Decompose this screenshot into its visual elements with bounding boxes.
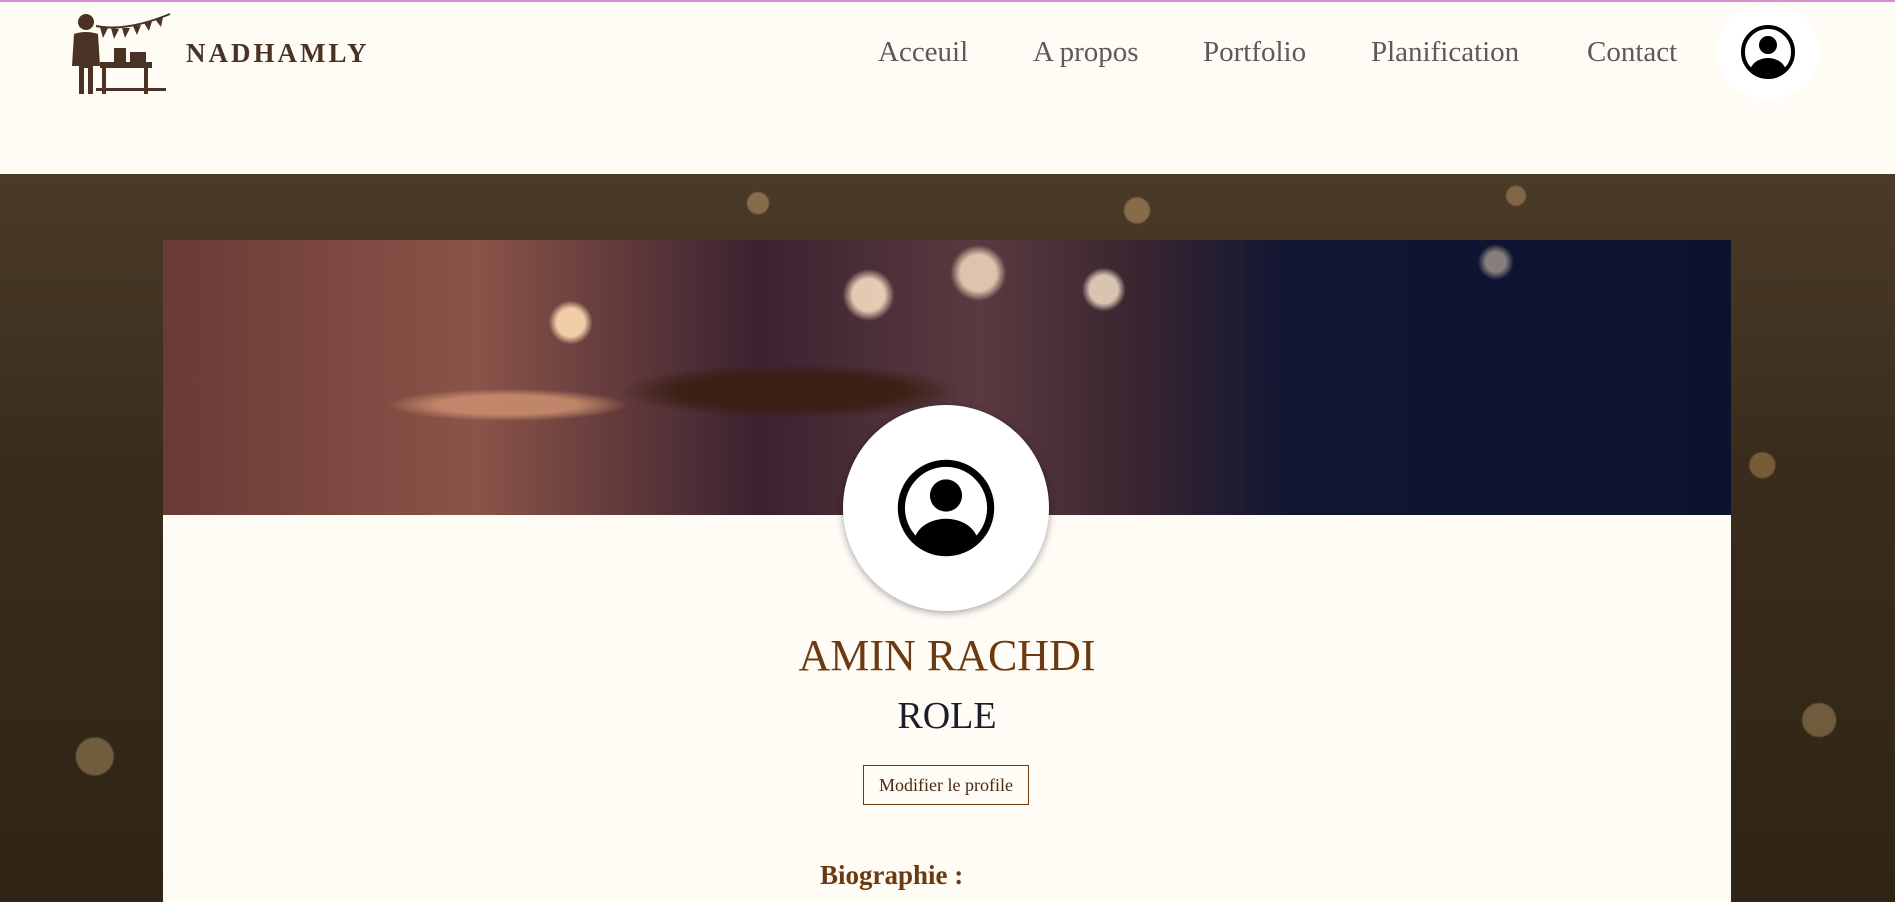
site-header: NADHAMLY Acceuil A propos Portfolio Plan…	[0, 2, 1895, 174]
nav-a-propos[interactable]: A propos	[1033, 36, 1139, 69]
user-avatar-icon	[897, 459, 995, 557]
nav-portfolio[interactable]: Portfolio	[1203, 36, 1306, 69]
profile-card: AMIN RACHDI ROLE Modifier le profile Bio…	[163, 240, 1731, 902]
biography-label: Biographie :	[820, 860, 964, 890]
wedding-planner-icon	[72, 13, 171, 94]
brand-name: NADHAMLY	[186, 38, 370, 68]
edit-profile-button[interactable]: Modifier le profile	[863, 765, 1029, 805]
profile-picture[interactable]	[843, 405, 1049, 611]
profile-name: AMIN RACHDI	[798, 631, 1096, 680]
nav-acceuil[interactable]: Acceuil	[878, 36, 968, 69]
nav-contact[interactable]: Contact	[1587, 36, 1677, 69]
profile-role: ROLE	[897, 695, 997, 737]
account-button[interactable]	[1717, 4, 1819, 99]
brand-logo[interactable]: NADHAMLY	[66, 8, 386, 96]
user-avatar-icon	[1741, 24, 1795, 79]
nav-planification[interactable]: Planification	[1371, 36, 1519, 69]
